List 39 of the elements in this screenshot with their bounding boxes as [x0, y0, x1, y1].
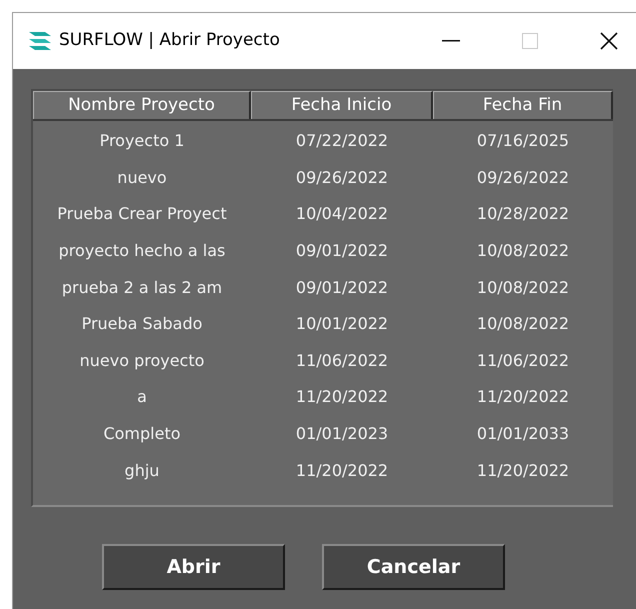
table-cell-text: 11/20/2022 [294, 386, 390, 408]
table-cell-text: 07/22/2022 [294, 130, 390, 152]
table-cell-text: 09/01/2022 [294, 240, 390, 262]
table-cell-text: 10/08/2022 [476, 276, 570, 299]
dialog-button[interactable]: Cancelar [322, 544, 505, 590]
column-header[interactable]: Fecha Fin [433, 91, 613, 119]
table-cell-text: proyecto hecho a las [58, 240, 226, 262]
table-cell-text: 07/16/2025 [476, 130, 570, 152]
table-cell-text: Proyecto 1 [98, 130, 186, 152]
table-cell-text: 11/20/2022 [476, 460, 570, 482]
table-cell-text: 01/01/2033 [476, 423, 570, 446]
table-cell-text: Prueba Sabado [80, 313, 204, 336]
table-cell-text: 10/28/2022 [476, 203, 570, 226]
table-cell-text: 10/04/2022 [294, 203, 390, 226]
table-cell-text: 11/20/2022 [476, 386, 570, 408]
table-cell-text: 10/01/2022 [294, 313, 390, 336]
close-icon[interactable] [600, 32, 618, 50]
table-cell-text: nuevo proyecto [78, 350, 206, 372]
app-logo-icon [27, 30, 53, 52]
table-cell-text: 11/06/2022 [476, 350, 570, 372]
table-cell-text: a [136, 386, 148, 408]
table-cell-text: prueba 2 a las 2 am [60, 276, 224, 299]
dialog-button[interactable]: Abrir [102, 544, 285, 590]
table-cell-text: 09/01/2022 [294, 276, 390, 299]
table-cell-text: 11/06/2022 [294, 350, 390, 372]
table-cell-text: 10/08/2022 [476, 313, 570, 336]
column-header[interactable]: Fecha Inicio [251, 91, 433, 119]
table-cell-text: 01/01/2023 [294, 423, 390, 446]
table-cell-text: 11/20/2022 [294, 460, 390, 482]
table-cell-text: Completo [102, 423, 182, 446]
table-cell-text: 10/08/2022 [476, 240, 570, 262]
minimize-icon[interactable] [442, 40, 460, 42]
table-cell-text: nuevo [116, 166, 168, 189]
table-cell-text: ghju [124, 460, 160, 482]
table-cell-text: Prueba Crear Proyect [56, 203, 228, 226]
column-header[interactable]: Nombre Proyecto [33, 91, 251, 119]
table-cell-text: 09/26/2022 [476, 166, 570, 189]
window-title: SURFLOW | Abrir Proyecto [59, 29, 280, 52]
table-cell-text: 09/26/2022 [294, 166, 390, 189]
